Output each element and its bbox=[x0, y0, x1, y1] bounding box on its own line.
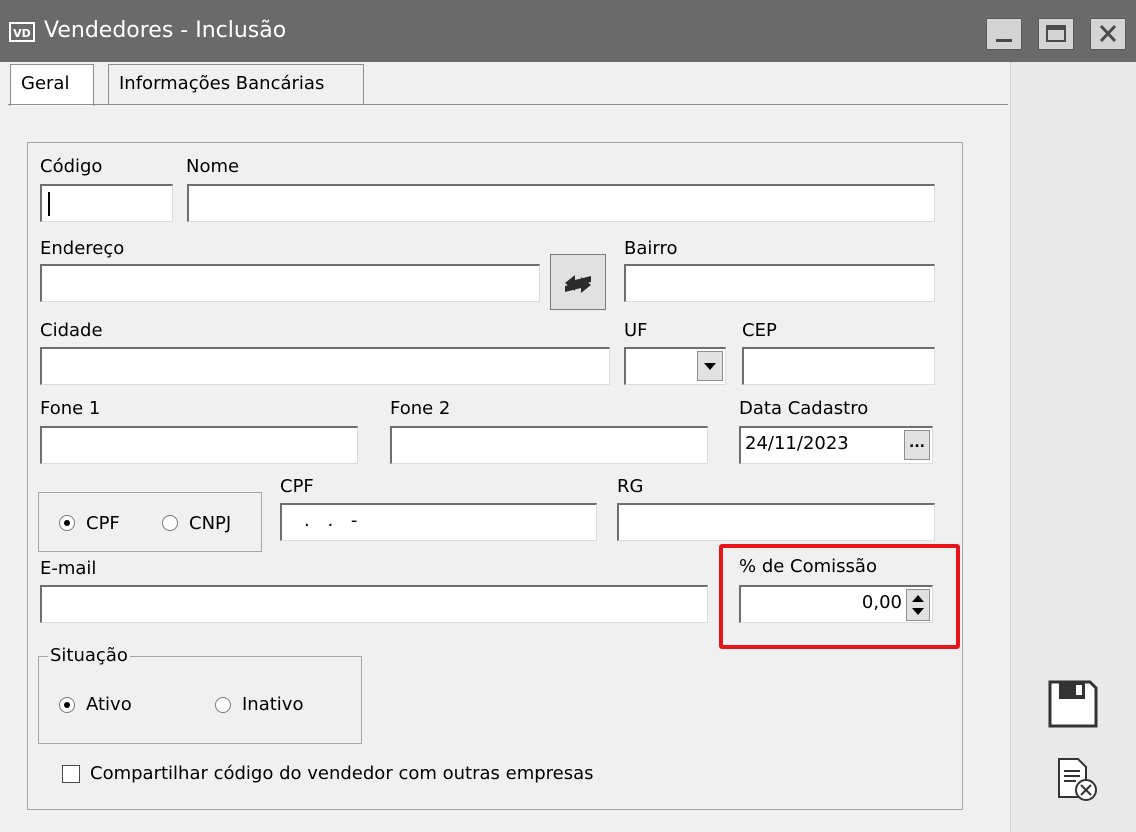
cep-input[interactable] bbox=[742, 347, 935, 385]
rg-input[interactable] bbox=[617, 503, 935, 541]
floppy-disk-icon bbox=[1048, 680, 1098, 728]
email-label: E-mail bbox=[40, 558, 97, 579]
cpf-value: . . - bbox=[304, 510, 364, 531]
compartilhar-checkbox[interactable] bbox=[62, 765, 80, 783]
cpf-input[interactable]: . . - bbox=[280, 503, 597, 541]
fone1-input[interactable] bbox=[40, 426, 358, 464]
cnpj-radio-label: CNPJ bbox=[189, 513, 232, 534]
maximize-icon bbox=[1046, 25, 1066, 42]
tab-separator bbox=[8, 104, 1008, 105]
cpf-label: CPF bbox=[280, 476, 314, 497]
tab-geral[interactable]: Geral bbox=[10, 64, 94, 106]
tab-geral-label: Geral bbox=[21, 73, 70, 94]
minimize-icon bbox=[996, 39, 1012, 42]
rg-label: RG bbox=[617, 476, 644, 497]
email-input[interactable] bbox=[40, 585, 708, 623]
endereco-label: Endereço bbox=[40, 238, 125, 259]
data-cadastro-label: Data Cadastro bbox=[739, 398, 869, 419]
document-cancel-icon bbox=[1058, 758, 1097, 801]
situacao-label: Situação bbox=[48, 645, 130, 666]
nome-input[interactable] bbox=[187, 184, 935, 222]
fone2-input[interactable] bbox=[390, 426, 708, 464]
cancel-button[interactable] bbox=[1056, 757, 1102, 803]
inativo-radio[interactable] bbox=[215, 697, 231, 713]
comissao-highlight bbox=[719, 544, 960, 649]
tab-informacoes-bancarias[interactable]: Informações Bancárias bbox=[108, 64, 364, 104]
text-caret bbox=[48, 192, 50, 216]
maximize-button[interactable] bbox=[1038, 18, 1074, 50]
compartilhar-label: Compartilhar código do vendedor com outr… bbox=[90, 763, 594, 784]
bairro-label: Bairro bbox=[624, 238, 678, 259]
swap-button[interactable] bbox=[550, 254, 606, 310]
nome-label: Nome bbox=[186, 156, 240, 177]
window-title: Vendedores - Inclusão bbox=[44, 18, 287, 43]
date-picker-button[interactable]: ... bbox=[904, 430, 930, 460]
inativo-radio-label: Inativo bbox=[242, 694, 304, 715]
cnpj-radio[interactable] bbox=[162, 515, 178, 531]
uf-select[interactable] bbox=[624, 347, 726, 385]
tab-informacoes-bancarias-label: Informações Bancárias bbox=[119, 73, 325, 94]
app-icon: VD bbox=[9, 22, 35, 42]
minimize-button[interactable] bbox=[986, 18, 1022, 50]
fone2-label: Fone 2 bbox=[390, 398, 451, 419]
swap-arrows-icon bbox=[565, 275, 591, 293]
codigo-input[interactable] bbox=[40, 184, 173, 222]
data-cadastro-input[interactable]: 24/11/2023 ... bbox=[739, 426, 933, 464]
codigo-label: Código bbox=[40, 156, 103, 177]
bairro-input[interactable] bbox=[624, 264, 935, 302]
chevron-down-icon bbox=[704, 363, 716, 370]
close-icon bbox=[1099, 24, 1117, 43]
cidade-label: Cidade bbox=[40, 320, 103, 341]
endereco-input[interactable] bbox=[40, 264, 540, 302]
fone1-label: Fone 1 bbox=[40, 398, 101, 419]
uf-label: UF bbox=[624, 320, 648, 341]
cidade-input[interactable] bbox=[40, 347, 610, 385]
cep-label: CEP bbox=[742, 320, 777, 341]
data-cadastro-value: 24/11/2023 bbox=[745, 433, 849, 454]
ativo-radio-label: Ativo bbox=[86, 694, 132, 715]
save-button[interactable] bbox=[1047, 679, 1099, 729]
cpf-radio[interactable] bbox=[59, 515, 75, 531]
ativo-radio[interactable] bbox=[59, 697, 75, 713]
cpf-radio-label: CPF bbox=[86, 513, 120, 534]
close-button[interactable] bbox=[1090, 18, 1126, 50]
uf-dropdown-button[interactable] bbox=[697, 351, 723, 381]
